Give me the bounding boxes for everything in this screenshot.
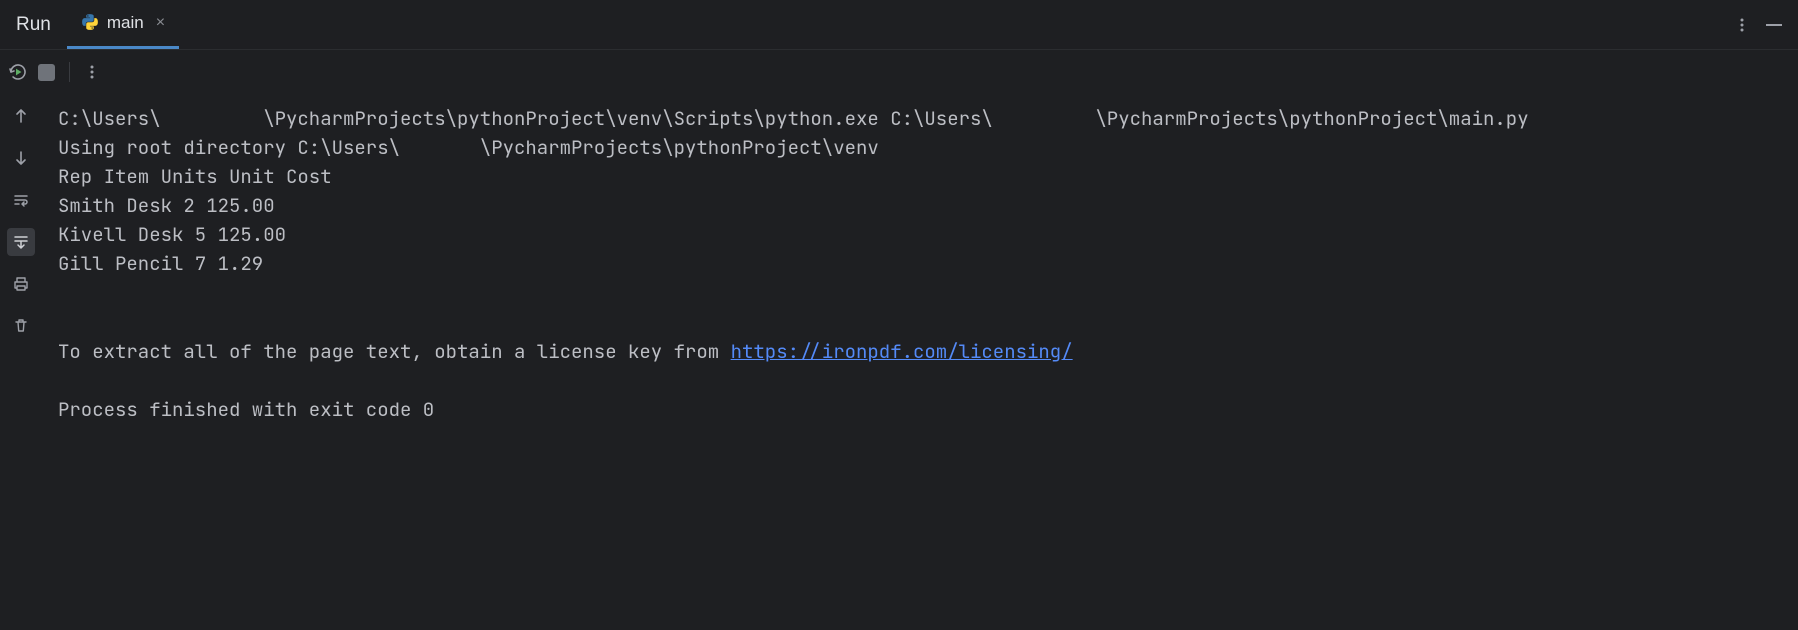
license-link[interactable]: https://ironpdf.com/licensing/ — [731, 339, 1073, 364]
print-icon[interactable] — [7, 270, 35, 298]
console-line: Smith Desk 2 125.00 — [58, 193, 275, 218]
console-line: C:\Users\ \PycharmProjects\pythonProject… — [58, 106, 1540, 131]
rerun-icon[interactable] — [8, 62, 28, 82]
console-exit-line: Process finished with exit code 0 — [58, 397, 434, 422]
console-line: Using root directory C:\Users\ \PycharmP… — [58, 135, 879, 160]
clear-all-icon[interactable] — [7, 312, 35, 340]
console-output[interactable]: C:\Users\ \PycharmProjects\pythonProject… — [42, 94, 1798, 630]
top-bar: Run main × — [0, 0, 1798, 50]
run-tab-main[interactable]: main × — [67, 1, 179, 49]
left-gutter — [0, 94, 42, 630]
more-options-icon[interactable] — [1734, 17, 1750, 33]
soft-wrap-icon[interactable] — [7, 186, 35, 214]
run-toolbar — [0, 50, 1798, 94]
run-tool-label: Run — [0, 14, 67, 36]
close-tab-icon[interactable]: × — [156, 14, 165, 32]
separator — [69, 62, 70, 82]
stop-icon[interactable] — [38, 64, 55, 81]
toolbar-more-icon[interactable] — [84, 64, 100, 80]
main-area: C:\Users\ \PycharmProjects\pythonProject… — [0, 94, 1798, 630]
console-license-text: To extract all of the page text, obtain … — [58, 339, 731, 364]
console-line: Kivell Desk 5 125.00 — [58, 222, 286, 247]
down-stack-icon[interactable] — [7, 144, 35, 172]
up-stack-icon[interactable] — [7, 102, 35, 130]
python-icon — [81, 13, 99, 34]
minimize-icon[interactable] — [1766, 24, 1782, 26]
top-right-controls — [1734, 17, 1798, 33]
console-line: Rep Item Units Unit Cost — [58, 164, 332, 189]
console-line: Gill Pencil 7 1.29 — [58, 251, 263, 276]
scroll-to-end-icon[interactable] — [7, 228, 35, 256]
tab-name: main — [107, 13, 144, 33]
